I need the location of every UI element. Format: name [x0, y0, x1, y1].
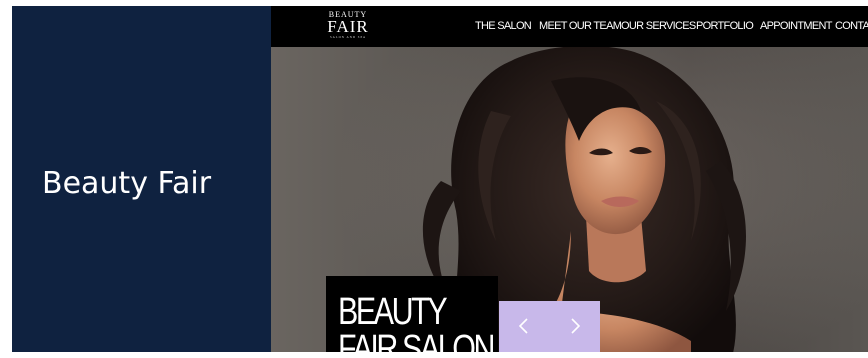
chevron-left-icon[interactable]	[512, 314, 536, 338]
hero-caption-line2: FAIR SALON	[338, 328, 495, 352]
website-preview: BEAUTY FAIR SALON AND SPA THE SALON MEET…	[271, 6, 868, 352]
hero-caption-line1: BEAUTY	[338, 291, 448, 333]
sidebar-title: Beauty Fair	[42, 166, 212, 201]
site-navbar: BEAUTY FAIR SALON AND SPA THE SALON MEET…	[271, 6, 868, 47]
logo-sub-text: SALON AND SPA	[329, 35, 367, 39]
nav-item-the-salon[interactable]: THE SALON	[475, 20, 532, 32]
slider-controls	[499, 301, 600, 352]
page: Beauty Fair BEAUTY FAIR SALON AND SPA TH…	[0, 0, 868, 358]
site-logo[interactable]: BEAUTY FAIR SALON AND SPA	[323, 10, 373, 40]
sidebar-panel: Beauty Fair	[12, 6, 271, 352]
nav-item-contact[interactable]: CONTACT	[835, 20, 868, 32]
nav-item-meet-our-team[interactable]: MEET OUR TEAM	[539, 20, 622, 32]
nav-item-appointment[interactable]: APPOINTMENT	[760, 20, 832, 32]
logo-main-text: FAIR	[327, 17, 369, 36]
hero-caption: BEAUTY FAIR SALON	[326, 276, 498, 352]
nav-item-portfolio[interactable]: PORTFOLIO	[696, 20, 754, 32]
nav-item-our-services[interactable]: OUR SERVICES	[621, 20, 696, 32]
chevron-right-icon[interactable]	[563, 314, 587, 338]
